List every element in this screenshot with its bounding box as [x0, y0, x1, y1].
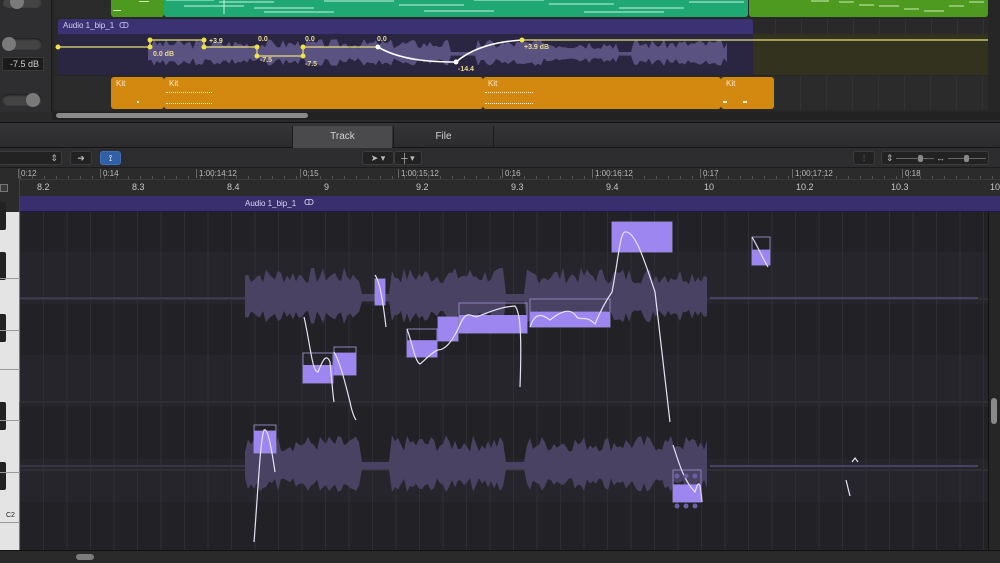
note-handle [674, 503, 680, 509]
collapse-button[interactable] [0, 184, 8, 192]
ruler-bar-label: 9.2 [416, 182, 429, 192]
drum-region[interactable]: Kit [483, 77, 721, 109]
ruler-time-label: 0:15 [300, 169, 319, 178]
pitch-note [375, 279, 385, 305]
automation-label: +3.9 dB [524, 44, 550, 51]
pointer-tool-menu[interactable]: ➤ ▾ [362, 151, 394, 165]
waveform-zoom-button[interactable]: ⫶ [853, 151, 875, 165]
catch-playhead-button[interactable]: ➜ [70, 151, 92, 165]
black-key[interactable] [0, 252, 6, 280]
ruler-bar-label: 8.4 [227, 182, 240, 192]
pitch-note [459, 315, 527, 333]
drum-region-label: Kit [116, 79, 126, 88]
pitch-note [752, 249, 770, 265]
black-key[interactable] [0, 314, 6, 342]
drum-region-label: Kit [488, 79, 498, 88]
ruler-bar-label: 10. [990, 182, 1000, 192]
ruler-time-label: 1:00:16:12 [592, 169, 633, 178]
note-handle [683, 473, 689, 479]
bar-ruler[interactable]: 8.2 8.3 8.4 9 9.2 9.3 9.4 10 10.2 10.3 10. [20, 180, 1000, 196]
automation-label: 0.0 [305, 36, 315, 43]
pitch-note [303, 365, 333, 383]
drum-region[interactable]: Kit [164, 77, 483, 109]
pointer-tool-icon: ➤ ▾ [370, 153, 386, 163]
note-handle [692, 473, 698, 479]
horizontal-zoom-slider[interactable] [964, 155, 969, 162]
note-handle [674, 473, 680, 479]
black-key[interactable] [0, 402, 6, 430]
editor-horizontal-scrollbar[interactable] [20, 550, 1000, 563]
pitch-note [612, 222, 672, 252]
editor-vertical-scrollbar[interactable] [988, 212, 1000, 550]
ruler-bar-label: 9.3 [511, 182, 524, 192]
flex-pitch-button[interactable]: ⟟ [100, 151, 121, 165]
tab-track[interactable]: Track [292, 126, 392, 148]
ruler-bar-label: 10 [704, 182, 715, 192]
automation-label: -7.5 [260, 57, 273, 64]
editor-popup-menu[interactable]: ⇕ [0, 151, 62, 165]
stepper-icon: ⇕ [50, 153, 58, 163]
marquee-tool-menu[interactable]: ┼ ▾ [394, 151, 422, 165]
logic-pro-window: -7.5 dB Audio 1_bip_1 ↀ 0.0 dB +3.9 0.0 … [0, 0, 1000, 563]
automation-label: -7.5 [305, 61, 318, 68]
drum-region-label: Kit [726, 79, 736, 88]
automation-label: 0.0 dB [153, 51, 175, 58]
tracks-area: -7.5 dB Audio 1_bip_1 ↀ 0.0 dB +3.9 0.0 … [0, 0, 1000, 112]
waveform-icon: ⫶ [862, 153, 866, 163]
drum-region-label: Kit [169, 79, 179, 88]
editor-toolbar: ⇕ ➜ ⟟ ➤ ▾ ┼ ▾ ⫶ ⇕ ↔ [0, 148, 1000, 168]
automation-label: +3.9 [209, 38, 223, 45]
editor-region-name: Audio 1_bip_1 [245, 199, 297, 208]
ruler-bar-label: 8.3 [132, 182, 145, 192]
pitch-note [254, 430, 276, 453]
black-key[interactable] [0, 462, 6, 490]
drum-region[interactable]: Kit [721, 77, 774, 109]
automation-label: -14.4 [458, 66, 474, 73]
piano-keyboard[interactable]: C2 [0, 202, 20, 550]
black-key[interactable] [0, 202, 6, 230]
flex-pitch-editor[interactable] [20, 212, 988, 550]
note-handle [692, 503, 698, 509]
vertical-zoom-icon: ⇕ [886, 153, 894, 163]
editor-tab-bar: Track File [0, 122, 1000, 148]
tracks-horizontal-scrollbar[interactable] [52, 112, 1000, 120]
ruler-bar-label: 8.2 [37, 182, 50, 192]
ruler-bar-label: 9.4 [606, 182, 619, 192]
pitch-note [530, 311, 610, 327]
drum-region[interactable]: Kit [111, 77, 164, 109]
automation-label: 0.0 [258, 36, 268, 43]
pitch-note [334, 352, 356, 375]
catch-playhead-icon: ➜ [77, 153, 85, 163]
ruler-bar-label: 10.2 [796, 182, 814, 192]
note-handle [683, 503, 689, 509]
ruler-bar-label: 9 [324, 182, 330, 192]
flex-pitch-icon: ⟟ [108, 153, 113, 163]
ruler-bar-label: 10.3 [891, 182, 909, 192]
editor-canvas [20, 212, 988, 550]
pitch-note [438, 317, 458, 341]
zoom-sliders: ⇕ ↔ [881, 151, 989, 165]
vertical-zoom-slider[interactable] [918, 155, 923, 162]
ruler-time-label: 1:00:14:12 [196, 169, 237, 178]
horizontal-zoom-icon: ↔ [936, 153, 945, 163]
time-ruler[interactable]: 0:12 0:14 1:00:14:12 0:15 1:00:15:12 0:16 1:00… [18, 168, 1000, 180]
crosshair-tool-icon: ┼ ▾ [401, 153, 415, 163]
ruler-time-label: 0:18 [902, 169, 921, 178]
tab-file[interactable]: File [393, 126, 494, 148]
automation-label: 0.0 [377, 36, 387, 43]
c2-label: C2 [6, 512, 15, 519]
loop-icon: ↀ [304, 198, 314, 207]
editor-region-strip[interactable]: Audio 1_bip_1 ↀ [20, 196, 1000, 212]
